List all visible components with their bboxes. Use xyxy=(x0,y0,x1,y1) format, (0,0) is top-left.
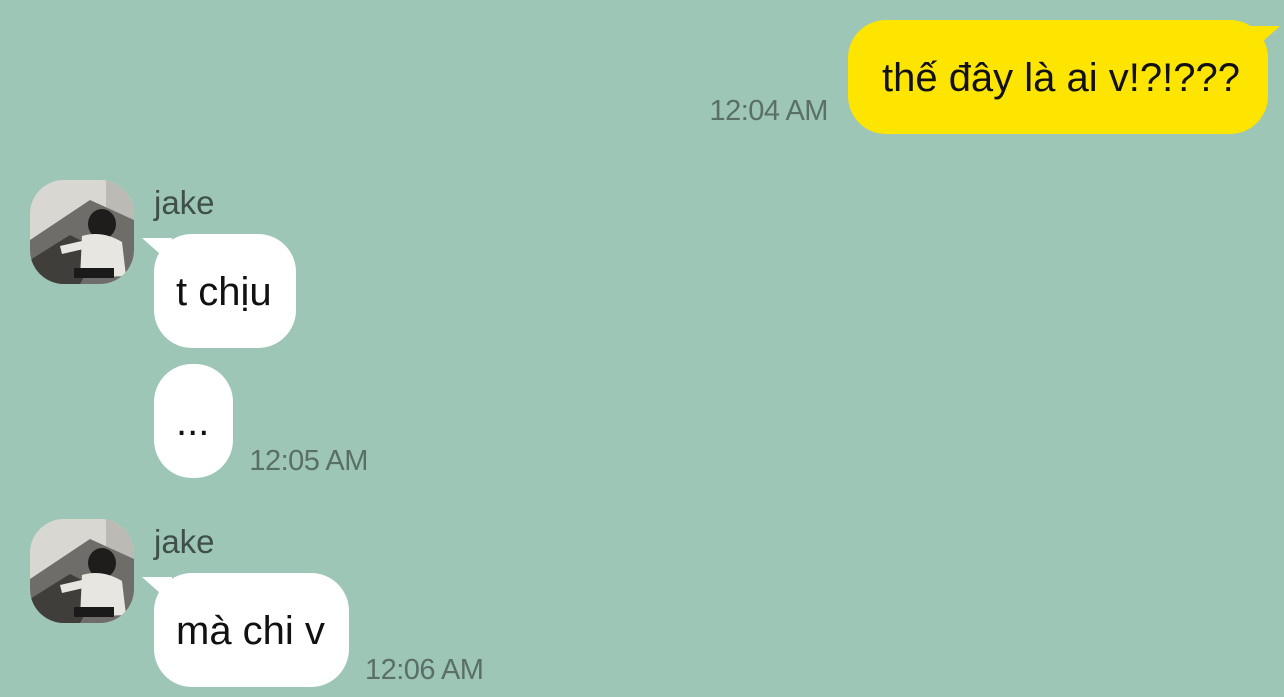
avatar-photo-icon xyxy=(30,519,134,623)
message-text: mà chi v xyxy=(176,609,325,653)
incoming-message-bubble[interactable]: mà chi v xyxy=(154,573,349,687)
outgoing-message-row: 12:04 AM thế đây là ai v!?!??? xyxy=(709,20,1268,134)
avatar-photo-icon xyxy=(30,180,134,284)
sender-name: jake xyxy=(154,523,215,560)
message-text: ... xyxy=(176,400,210,444)
message-timestamp: 12:05 AM xyxy=(249,445,368,477)
message-text: thế đây là ai v!?!??? xyxy=(881,56,1240,100)
incoming-message-bubble[interactable]: ... xyxy=(154,364,234,478)
sender-avatar[interactable] xyxy=(30,180,134,284)
message-timestamp: 12:06 AM xyxy=(364,654,484,686)
outgoing-message-bubble[interactable]: thế đây là ai v!?!??? xyxy=(847,20,1268,134)
message-timestamp: 12:04 AM xyxy=(709,95,828,127)
incoming-message-row: ... 12:05 AM xyxy=(154,364,368,478)
incoming-message-bubble[interactable]: t chịu xyxy=(154,234,296,348)
incoming-message-row: mà chi v 12:06 AM xyxy=(154,573,484,687)
sender-avatar[interactable] xyxy=(30,519,134,623)
message-text: t chịu xyxy=(176,270,272,314)
sender-name: jake xyxy=(154,184,215,221)
chat-view: 12:04 AM thế đây là ai v!?!??? jake t ch… xyxy=(0,0,1284,697)
incoming-message-row: t chịu xyxy=(154,234,296,348)
